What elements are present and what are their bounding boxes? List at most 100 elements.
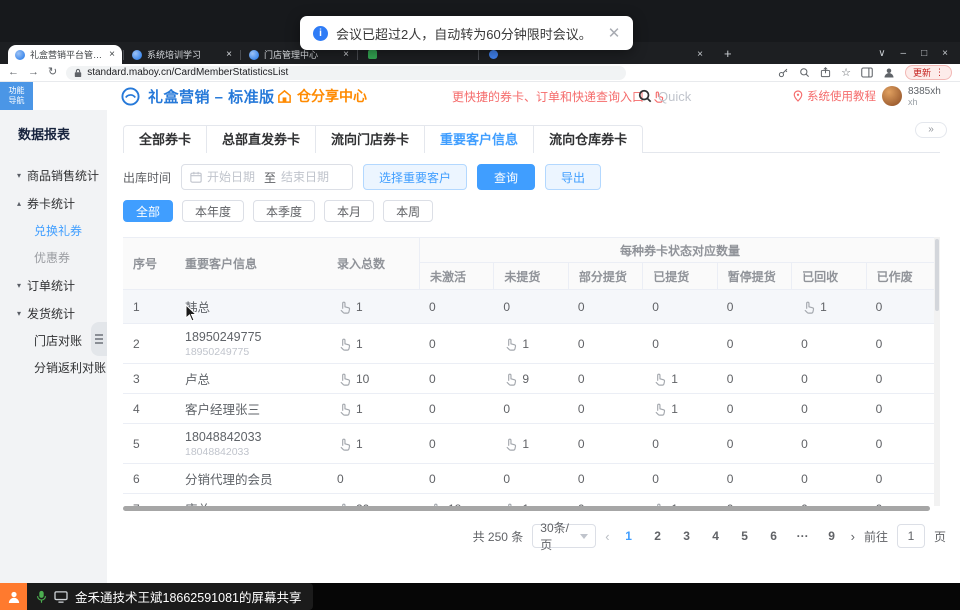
maximize-icon[interactable]: □ [921, 48, 927, 59]
sidebar-item[interactable]: ▾发货统计 [0, 299, 107, 327]
address-bar[interactable]: standard.maboy.cn/CardMemberStatisticsLi… [66, 66, 626, 80]
page-number[interactable]: 5 [735, 529, 755, 543]
quick-entry-tip[interactable]: 更快捷的券卡、订单和快递查询入口 [452, 82, 664, 110]
customer-name: 18950249775 [185, 330, 261, 344]
select-customer-button[interactable]: 选择重要客户 [363, 164, 467, 190]
close-window-icon[interactable]: × [942, 48, 948, 59]
table-row[interactable]: 6分销代理的会员00000000 [123, 464, 940, 494]
search-button[interactable]: 查询 [477, 164, 535, 190]
warehouse-share-center-link[interactable]: 仓分享中心 [277, 82, 367, 110]
cell-value: 10 [356, 372, 369, 386]
page-number[interactable]: 1 [619, 529, 639, 543]
click-hand-icon[interactable] [503, 337, 517, 351]
table-row[interactable]: 2189502497751895024977510100000 [123, 324, 940, 364]
tab-close-icon[interactable]: × [109, 49, 115, 60]
status-cell: 0 [493, 290, 567, 323]
content-tab[interactable]: 重要客户信息 [425, 126, 534, 153]
user-menu[interactable]: 8385xh xh [882, 82, 941, 110]
bookmark-star-icon[interactable]: ☆ [841, 66, 851, 79]
content-tab[interactable]: 总部直发券卡 [207, 126, 316, 153]
browser-tab[interactable]: 系统培训学习× [125, 45, 239, 64]
click-hand-icon[interactable] [337, 337, 351, 351]
expand-more-button[interactable]: » [915, 122, 947, 138]
cell-value: 0 [503, 402, 510, 416]
cell-value: 1 [356, 337, 363, 351]
horizontal-scrollbar[interactable] [123, 506, 930, 511]
time-chip[interactable]: 本周 [383, 200, 433, 222]
next-page-icon[interactable]: › [851, 529, 855, 544]
cell-value: 1 [820, 300, 827, 314]
click-hand-icon[interactable] [337, 402, 351, 416]
reload-icon[interactable]: ↻ [48, 67, 57, 78]
time-chip[interactable]: 本季度 [253, 200, 315, 222]
cell-value: 0 [578, 300, 585, 314]
tab-close-icon[interactable]: × [226, 49, 232, 60]
minimize-icon[interactable]: – [901, 48, 907, 59]
page-number[interactable]: 2 [648, 529, 668, 543]
browser-tab[interactable]: 礼盒营销平台管理中心× [8, 45, 122, 64]
key-icon[interactable] [778, 67, 789, 78]
click-hand-icon[interactable] [652, 372, 666, 386]
tab-search-icon[interactable]: ∨ [878, 48, 885, 59]
sidepanel-icon[interactable] [861, 67, 873, 78]
sidebar-item[interactable]: ▾订单统计 [0, 271, 107, 299]
toast-close-icon[interactable]: ✕ [608, 24, 621, 42]
time-chip[interactable]: 全部 [123, 200, 173, 222]
time-chip[interactable]: 本月 [324, 200, 374, 222]
click-hand-icon[interactable] [337, 300, 351, 314]
new-tab-icon[interactable]: + [724, 46, 732, 61]
sidebar-item[interactable]: 优惠券 [0, 244, 107, 271]
page-number[interactable]: 6 [764, 529, 784, 543]
page-number[interactable]: 9 [822, 529, 842, 543]
sidebar-collapse-handle[interactable] [91, 322, 107, 356]
click-hand-icon[interactable] [503, 372, 517, 386]
sidebar-item[interactable]: ▾商品销售统计 [0, 161, 107, 189]
page-number[interactable]: 4 [706, 529, 726, 543]
click-hand-icon[interactable] [801, 300, 815, 314]
start-date-input[interactable] [207, 170, 259, 184]
export-button[interactable]: 导出 [545, 164, 601, 190]
time-chip[interactable]: 本年度 [182, 200, 244, 222]
sidebar-item[interactable]: 分销返利对账 [0, 354, 107, 381]
table-row[interactable]: 3卢总100901000 [123, 364, 940, 394]
sidebar-item[interactable]: ▴券卡统计 [0, 189, 107, 217]
click-hand-icon[interactable] [503, 437, 517, 451]
scrollbar-thumb[interactable] [935, 239, 939, 311]
click-hand-icon[interactable] [337, 372, 351, 386]
browser-update-button[interactable]: 更新 ⋮ [905, 65, 952, 80]
quick-search[interactable]: Quick [638, 82, 691, 110]
click-hand-icon[interactable] [337, 437, 351, 451]
sidebar-item[interactable]: 兑换礼券 [0, 217, 107, 244]
end-date-input[interactable] [281, 170, 333, 184]
back-icon[interactable]: ← [8, 67, 19, 78]
vertical-scrollbar[interactable] [934, 237, 940, 506]
status-cell: 0 [866, 464, 940, 493]
cell-value: 0 [801, 437, 808, 451]
forward-icon[interactable]: → [28, 67, 39, 78]
table-row[interactable]: 7唐总2018101000 [123, 494, 940, 506]
zoom-icon[interactable] [799, 67, 810, 78]
content-tab[interactable]: 流向仓库券卡 [534, 126, 642, 153]
table-row[interactable]: 1韩总10000010 [123, 290, 940, 324]
goto-page-input[interactable] [897, 524, 925, 548]
share-icon[interactable] [820, 67, 831, 78]
function-nav-toggle[interactable]: 功能 导航 [0, 82, 33, 110]
system-tutorial-link[interactable]: 系统使用教程 [793, 82, 876, 110]
page-size-select[interactable]: 30条/页 [532, 524, 596, 548]
share-center-label: 仓分享中心 [297, 86, 367, 106]
profile-icon[interactable] [883, 67, 895, 79]
content-tab[interactable]: 全部券卡 [124, 126, 207, 153]
content-tab[interactable]: 流向门店券卡 [316, 126, 425, 153]
table-row[interactable]: 5180488420331804884203310100000 [123, 424, 940, 464]
prev-page-icon[interactable]: ‹ [605, 529, 609, 544]
page-ellipsis[interactable]: ··· [793, 529, 813, 543]
tab-close-icon[interactable]: × [343, 49, 349, 60]
cell-value: 0 [876, 437, 883, 451]
table-row[interactable]: 4客户经理张三10001000 [123, 394, 940, 424]
page-number[interactable]: 3 [677, 529, 697, 543]
content-tabs: 全部券卡总部直发券卡流向门店券卡重要客户信息流向仓库券卡 [123, 125, 643, 153]
tab-close-icon[interactable]: × [697, 49, 703, 60]
date-range-picker[interactable]: 至 [181, 164, 353, 190]
click-hand-icon[interactable] [652, 402, 666, 416]
cell-value: 0 [727, 300, 734, 314]
